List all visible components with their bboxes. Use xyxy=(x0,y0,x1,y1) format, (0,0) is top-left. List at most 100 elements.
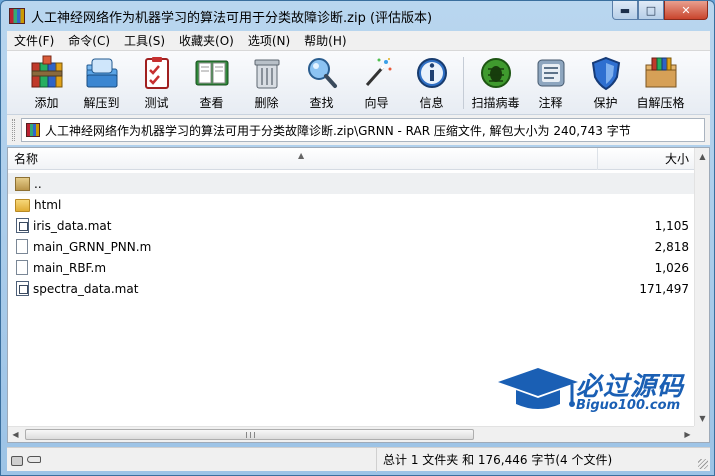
menu-help[interactable]: 帮助(H) xyxy=(297,32,353,49)
path-bar: 人工神经网络作为机器学习的算法可用于分类故障诊断.zip\GRNN - RAR … xyxy=(7,115,710,145)
archive-path-field[interactable]: 人工神经网络作为机器学习的算法可用于分类故障诊断.zip\GRNN - RAR … xyxy=(21,118,705,142)
vertical-scrollbar[interactable]: ▲ ▼ xyxy=(694,148,709,427)
table-row[interactable]: iris_data.mat 1,105 xyxy=(8,215,695,236)
folder-extract-icon xyxy=(86,58,117,88)
table-row[interactable]: html xyxy=(8,194,695,215)
close-icon: ✕ xyxy=(681,3,691,17)
column-header-size[interactable]: 大小 xyxy=(598,148,695,170)
table-row[interactable]: main_GRNN_PNN.m 2,818 xyxy=(8,236,695,257)
row-name: html xyxy=(34,197,62,212)
horizontal-scrollbar[interactable]: ◀ ▶ xyxy=(8,426,695,442)
row-name-cell: main_RBF.m xyxy=(8,260,598,275)
resize-grip-icon[interactable] xyxy=(698,459,708,469)
window-controls: ▬ □ ✕ xyxy=(612,1,708,20)
column-header-name[interactable]: 名称 ▲ xyxy=(8,148,598,170)
table-row[interactable]: spectra_data.mat 171,497 xyxy=(8,278,695,299)
status-summary: 总计 1 文件夹 和 176,446 字节(4 个文件) xyxy=(383,453,613,467)
test-label: 测试 xyxy=(144,96,169,110)
find-label: 查找 xyxy=(309,96,334,110)
wand-icon xyxy=(365,58,391,86)
path-bar-grip[interactable] xyxy=(12,119,15,141)
comment-label: 注释 xyxy=(538,96,563,110)
file-rows: .. html iris_data.mat 1,105 main_GRNN_PN… xyxy=(8,173,695,299)
parent-folder-icon xyxy=(15,176,30,191)
row-name: main_RBF.m xyxy=(33,260,107,275)
test-button[interactable]: 测试 xyxy=(129,51,184,113)
wizard-button[interactable]: 向导 xyxy=(349,51,404,113)
minimize-icon: ▬ xyxy=(619,3,631,17)
toolbar-separator xyxy=(463,57,464,109)
horizontal-scroll-thumb[interactable] xyxy=(25,429,474,440)
delete-label: 删除 xyxy=(254,96,279,110)
document-icon xyxy=(16,260,28,275)
add-button[interactable]: 添加 xyxy=(19,51,74,113)
wizard-label: 向导 xyxy=(364,96,389,110)
mat-file-icon xyxy=(16,281,29,296)
protect-button[interactable]: 保护 xyxy=(578,51,633,113)
delete-button[interactable]: 删除 xyxy=(239,51,294,113)
maximize-button[interactable]: □ xyxy=(638,1,664,20)
menu-tools[interactable]: 工具(S) xyxy=(117,32,172,49)
extract-to-label: 解压到 xyxy=(83,96,120,110)
book-view-icon xyxy=(195,60,228,86)
watermark: 必过源码 Biguo100.com xyxy=(494,360,704,420)
column-header-size-label: 大小 xyxy=(664,152,689,166)
row-name: .. xyxy=(34,176,42,191)
watermark-url: Biguo100.com xyxy=(576,398,681,413)
status-icons xyxy=(7,447,377,472)
info-icon xyxy=(416,58,447,88)
scroll-right-arrow-icon[interactable]: ▶ xyxy=(680,426,695,443)
scroll-up-arrow-icon[interactable]: ▲ xyxy=(695,148,710,165)
winrar-app-icon[interactable] xyxy=(9,8,25,24)
scroll-left-arrow-icon[interactable]: ◀ xyxy=(8,426,23,443)
row-size: 1,105 xyxy=(654,218,689,233)
scroll-thumb-grip-icon xyxy=(246,432,255,438)
scan-virus-button[interactable]: 扫描病毒 xyxy=(468,51,523,113)
scan-virus-label: 扫描病毒 xyxy=(471,96,520,110)
lock-icon[interactable] xyxy=(11,456,23,466)
books-add-icon xyxy=(31,55,62,88)
info-button[interactable]: 信息 xyxy=(404,51,459,113)
row-name: main_GRNN_PNN.m xyxy=(33,239,152,254)
table-row[interactable]: .. xyxy=(8,173,695,194)
row-name-cell: iris_data.mat xyxy=(8,218,598,233)
scroll-down-arrow-icon[interactable]: ▼ xyxy=(695,410,710,427)
minimize-button[interactable]: ▬ xyxy=(612,1,638,20)
magnifier-icon xyxy=(307,58,337,88)
row-name: iris_data.mat xyxy=(33,218,112,233)
comment-button[interactable]: 注释 xyxy=(523,51,578,113)
maximize-icon: □ xyxy=(645,3,657,17)
archive-icon xyxy=(26,123,40,137)
row-size: 1,026 xyxy=(654,260,689,275)
file-list-header: 名称 ▲ 大小 xyxy=(8,148,695,170)
toolbar: 添加 解压到 测试 查看 删除 查找 向导 信息 扫描病毒 注释 保护 自解压格 xyxy=(7,51,710,115)
archive-path-text: 人工神经网络作为机器学习的算法可用于分类故障诊断.zip\GRNN - RAR … xyxy=(45,123,631,138)
column-header-name-label: 名称 xyxy=(14,152,39,166)
trash-icon xyxy=(254,59,279,89)
bug-scan-icon xyxy=(480,58,511,88)
folder-icon xyxy=(15,198,30,212)
menu-options[interactable]: 选项(N) xyxy=(241,32,297,49)
table-row[interactable]: main_RBF.m 1,026 xyxy=(8,257,695,278)
menu-favorites[interactable]: 收藏夹(O) xyxy=(172,32,241,49)
row-name: spectra_data.mat xyxy=(33,281,139,296)
comment-icon xyxy=(537,59,564,87)
file-list[interactable]: 名称 ▲ 大小 .. html iris_data.mat 1,105 main… xyxy=(7,147,710,443)
menu-commands[interactable]: 命令(C) xyxy=(61,32,117,49)
graduation-cap-icon xyxy=(498,368,578,409)
row-name-cell: main_GRNN_PNN.m xyxy=(8,239,598,254)
title-bar[interactable]: 人工神经网络作为机器学习的算法可用于分类故障诊断.zip (评估版本) ▬ □ … xyxy=(1,1,714,31)
find-button[interactable]: 查找 xyxy=(294,51,349,113)
protect-label: 保护 xyxy=(593,96,618,110)
menu-file[interactable]: 文件(F) xyxy=(7,32,61,49)
key-icon[interactable] xyxy=(27,456,41,463)
view-button[interactable]: 查看 xyxy=(184,51,239,113)
row-size: 2,818 xyxy=(654,239,689,254)
extract-to-button[interactable]: 解压到 xyxy=(74,51,129,113)
sort-ascending-icon: ▲ xyxy=(298,151,305,160)
sfx-label: 自解压格 xyxy=(636,96,685,110)
close-button[interactable]: ✕ xyxy=(664,1,708,20)
sfx-button[interactable]: 自解压格 xyxy=(633,51,688,113)
row-name-cell: spectra_data.mat xyxy=(8,281,598,296)
shield-icon xyxy=(591,56,620,91)
